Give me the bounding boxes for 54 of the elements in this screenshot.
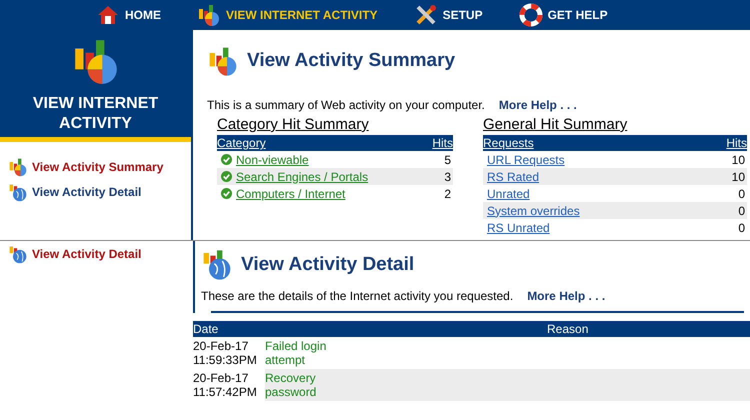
column-header: Reason	[547, 322, 588, 336]
sidebar-link[interactable]: View Activity Detail	[0, 241, 193, 266]
category-link[interactable]: Search Engines / Portals	[236, 170, 368, 184]
category-link[interactable]: Unrated	[487, 186, 530, 200]
sidebar-link[interactable]: View Activity Detail	[0, 179, 191, 204]
hit-count: 0	[738, 204, 746, 218]
hit-count: 2	[444, 186, 452, 200]
tools-icon	[414, 3, 438, 27]
sidebar-link[interactable]: View Activity Summary	[0, 154, 191, 179]
chart-icon	[8, 156, 28, 176]
hit-count: 5	[444, 152, 452, 166]
check-icon	[221, 188, 232, 199]
category-link[interactable]: System overrides	[487, 204, 580, 218]
nav-link[interactable]: SETUP	[414, 3, 483, 27]
intro-text: These are the details of the Internet activity you requested.	[201, 289, 514, 303]
nav-link[interactable]: HOME	[96, 3, 161, 27]
page-heading: View Activity Detail	[241, 254, 414, 276]
hit-count: 10	[732, 170, 746, 184]
column-header[interactable]: Hits	[432, 136, 453, 150]
check-icon	[221, 154, 232, 165]
chart-icon	[207, 45, 239, 77]
date-cell-text: 20-Feb-17 11:57:42PM	[193, 370, 258, 401]
category-link[interactable]: Computers / Internet	[236, 186, 346, 200]
chart-icon	[197, 3, 221, 27]
page-heading: View Activity Summary	[247, 50, 456, 72]
hit-count: 3	[444, 170, 452, 184]
date-cell-text: 20-Feb-17 11:59:33PM	[193, 338, 258, 369]
category-link[interactable]: URL Requests	[487, 152, 565, 166]
event-cell: Recovery password	[265, 369, 337, 401]
globe-icon	[8, 244, 28, 264]
lifebuoy-icon	[518, 3, 543, 27]
check-icon	[221, 171, 232, 182]
nav-link[interactable]: VIEW INTERNET ACTIVITY	[197, 3, 378, 27]
column-header[interactable]: Requests	[483, 136, 534, 150]
globe-icon	[8, 182, 28, 202]
more-help-link[interactable]: More Help . . .	[498, 98, 577, 112]
category-link[interactable]: Non-viewable	[236, 152, 309, 166]
nav-link[interactable]: GET HELP	[518, 3, 608, 27]
house-icon	[96, 3, 120, 27]
more-help-link[interactable]: More Help . . .	[527, 289, 606, 303]
intro-text: This is a summary of Web activity on your computer.	[207, 98, 485, 112]
hit-count: 10	[732, 152, 746, 166]
hit-count: 0	[738, 220, 746, 234]
sidebar-title: VIEW INTERNET ACTIVITY	[32, 94, 160, 134]
column-header[interactable]: Category	[217, 136, 266, 150]
category-link[interactable]: RS Rated	[487, 170, 540, 184]
globe-icon	[201, 249, 233, 281]
table-title: Category Hit Summary	[217, 116, 370, 135]
event-cell-text: Failed login attempt	[265, 338, 328, 369]
column-header: Date	[193, 322, 220, 336]
table-title: General Hit Summary	[483, 116, 628, 135]
column-header[interactable]: Hits	[726, 136, 747, 150]
hit-count: 0	[738, 186, 746, 200]
category-link[interactable]: RS Unrated	[487, 220, 550, 234]
